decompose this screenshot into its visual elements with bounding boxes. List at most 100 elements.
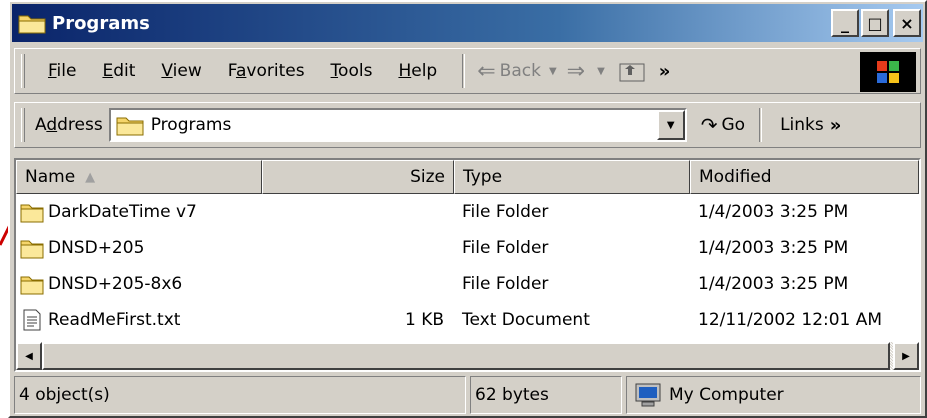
back-arrow-icon: ⇐ — [477, 58, 496, 84]
toolbar-chevron-icon[interactable]: » — [659, 61, 671, 82]
menu-tools-accel: T — [330, 61, 339, 81]
up-folder-icon[interactable] — [619, 60, 645, 82]
caption-buttons: _ □ × — [831, 9, 921, 37]
menu-file-label: ile — [56, 61, 77, 81]
menu-favorites[interactable]: Favorites — [215, 61, 318, 81]
links-button[interactable]: Links » — [780, 115, 841, 136]
file-name: DNSD+205 — [48, 238, 145, 258]
go-arrow-icon: ↷ — [700, 113, 718, 137]
links-chevron-icon: » — [829, 114, 842, 136]
menu-help-accel: H — [398, 61, 412, 81]
file-name-cell: DNSD+205-8x6 — [16, 273, 262, 295]
file-type: File Folder — [462, 238, 549, 258]
window-title: Programs — [52, 12, 150, 34]
back-label: Back — [499, 61, 541, 81]
address-label: Address — [35, 115, 103, 135]
column-modified-label: Modified — [699, 167, 772, 187]
back-button[interactable]: ⇐ Back ▼ — [477, 59, 556, 84]
column-header-type[interactable]: Type — [454, 160, 690, 194]
menu-favorites-label: vorites — [246, 61, 305, 81]
back-dropdown-icon[interactable]: ▼ — [549, 66, 557, 77]
menu-favorites-accel: a — [235, 61, 247, 81]
maximize-button[interactable]: □ — [861, 9, 889, 37]
toolbar-separator — [462, 54, 466, 88]
file-modified: 12/11/2002 12:01 AM — [698, 310, 883, 330]
forward-button[interactable]: ⇒ ▼ — [567, 59, 605, 84]
file-type: Text Document — [462, 310, 590, 330]
folder-icon — [20, 240, 44, 259]
status-zone-label: My Computer — [669, 385, 784, 405]
file-name-cell: DNSD+205 — [16, 237, 262, 259]
address-label-accel: d — [46, 115, 58, 135]
file-list-view[interactable]: Name ▲ Size Type Modified DarkDateTime v… — [14, 158, 921, 372]
file-name: DarkDateTime v7 — [48, 202, 197, 222]
address-grip[interactable] — [21, 108, 25, 142]
menu-help[interactable]: Help — [385, 61, 450, 81]
forward-dropdown-icon[interactable]: ▼ — [597, 66, 605, 77]
menu-file-accel: F — [48, 61, 57, 81]
file-type: File Folder — [462, 202, 549, 222]
column-name-label: Name — [25, 167, 76, 187]
menu-view[interactable]: View — [148, 61, 214, 81]
folder-icon — [20, 204, 44, 223]
address-input[interactable]: Programs ▼ — [108, 108, 687, 142]
menu-edit-label: dit — [113, 61, 136, 81]
address-label-pre: A — [35, 115, 47, 135]
scroll-right-button[interactable]: ▶ — [893, 342, 919, 370]
file-row[interactable]: DNSD+205 File Folder 1/4/2003 3:25 PM — [16, 230, 919, 266]
file-row[interactable]: ReadMeFirst.txt 1 KB Text Document 12/11… — [16, 302, 919, 338]
address-band: Address Programs ▼ ↷ Go Links » — [14, 102, 921, 148]
address-dropdown-button[interactable]: ▼ — [656, 110, 685, 140]
scroll-thumb[interactable] — [42, 342, 890, 370]
status-size: 62 bytes — [470, 376, 622, 414]
column-header-modified[interactable]: Modified — [690, 160, 919, 194]
menu-edit[interactable]: Edit — [89, 61, 148, 81]
file-name: ReadMeFirst.txt — [48, 310, 181, 330]
file-modified: 1/4/2003 3:25 PM — [698, 274, 849, 294]
status-zone: My Computer — [626, 376, 921, 414]
my-computer-icon — [635, 383, 661, 407]
file-size: 1 KB — [404, 310, 444, 330]
menu-tools[interactable]: Tools — [318, 61, 386, 81]
close-button[interactable]: × — [893, 9, 921, 37]
status-object-count: 4 object(s) — [14, 376, 466, 414]
address-separator — [759, 108, 763, 142]
windows-logo-icon — [860, 52, 916, 92]
menu-view-accel: V — [161, 61, 173, 81]
menu-help-label: elp — [411, 61, 438, 81]
menu-toolbar-band: File Edit View Favorites Tools Help ⇐ Ba… — [14, 48, 921, 94]
column-headers: Name ▲ Size Type Modified — [16, 160, 919, 194]
menu-tools-label: ools — [338, 61, 373, 81]
folder-icon — [116, 117, 144, 136]
file-row[interactable]: DNSD+205-8x6 File Folder 1/4/2003 3:25 P… — [16, 266, 919, 302]
folder-icon — [18, 15, 46, 34]
explorer-window: Programs _ □ × File Edit View Favorites … — [8, 0, 927, 418]
links-label: Links — [780, 115, 824, 135]
menu-view-label: iew — [172, 61, 202, 81]
menu-file[interactable]: File — [35, 61, 89, 81]
address-label-rest: dress — [57, 115, 103, 135]
scroll-left-button[interactable]: ◀ — [16, 342, 42, 370]
band-grip[interactable] — [21, 54, 25, 88]
file-name: DNSD+205-8x6 — [48, 274, 183, 294]
go-label: Go — [721, 115, 746, 135]
file-name-cell: ReadMeFirst.txt — [16, 309, 262, 331]
file-type: File Folder — [462, 274, 549, 294]
column-header-size[interactable]: Size — [262, 160, 454, 194]
menu-favorites-pre: F — [227, 61, 236, 81]
folder-icon — [20, 276, 44, 295]
column-size-label: Size — [410, 167, 445, 187]
forward-arrow-icon: ⇒ — [566, 58, 586, 84]
file-row[interactable]: DarkDateTime v7 File Folder 1/4/2003 3:2… — [16, 194, 919, 230]
column-header-name[interactable]: Name ▲ — [16, 160, 262, 194]
address-value: Programs — [150, 115, 232, 135]
column-type-label: Type — [463, 167, 503, 187]
horizontal-scrollbar[interactable]: ◀ ▶ — [16, 342, 919, 370]
title-bar[interactable]: Programs _ □ × — [12, 4, 923, 42]
go-button[interactable]: ↷ Go — [701, 113, 745, 137]
file-modified: 1/4/2003 3:25 PM — [698, 238, 849, 258]
minimize-button[interactable]: _ — [831, 9, 859, 37]
sort-ascending-icon: ▲ — [85, 169, 96, 185]
file-modified: 1/4/2003 3:25 PM — [698, 202, 849, 222]
menu-edit-accel: E — [102, 61, 114, 81]
